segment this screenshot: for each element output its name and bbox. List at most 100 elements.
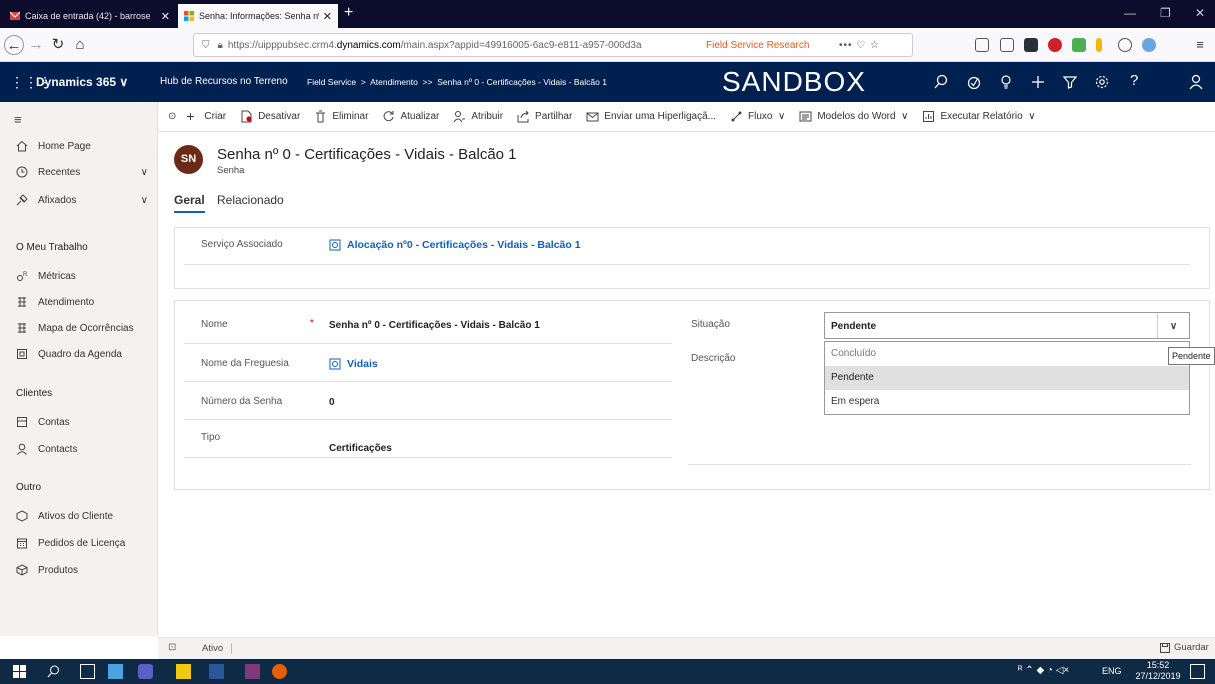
sidebar-item-home[interactable]: Home Page: [16, 140, 156, 152]
browser-tab-senha[interactable]: Senha: Informações: Senha nº ✕: [178, 4, 338, 28]
plus-icon[interactable]: [1030, 74, 1046, 90]
breadcrumb-item[interactable]: Atendimento: [370, 77, 418, 87]
freguesia-value: Vidais: [347, 358, 378, 370]
enviar-hiperligacao-button[interactable]: Enviar uma Hiperligaçã...: [586, 110, 716, 123]
extension-icon-3[interactable]: [1096, 38, 1102, 52]
hamburger-icon[interactable]: ≡: [14, 112, 22, 127]
user-icon[interactable]: [1188, 74, 1204, 90]
back-icon[interactable]: ←: [4, 35, 24, 55]
partilhar-button[interactable]: Partilhar: [517, 110, 572, 123]
tab-geral[interactable]: Geral: [174, 193, 205, 213]
open-window-icon[interactable]: ⊡: [168, 642, 176, 653]
tray-icons[interactable]: ᴿ ⌃ ◆ ◔ ◁×: [1018, 665, 1069, 676]
sidebar-toggle-icon[interactable]: [1000, 38, 1014, 52]
modelos-word-button[interactable]: Modelos do Word ∨: [799, 110, 908, 123]
sidebar-item-afixados[interactable]: Afixados ∨: [16, 194, 156, 206]
report-icon: [923, 111, 935, 122]
process-icon[interactable]: ⊙: [168, 111, 176, 122]
tab-relacionado[interactable]: Relacionado: [217, 193, 284, 207]
teams-icon[interactable]: [138, 664, 153, 679]
freguesia-lookup-link[interactable]: Vidais: [329, 358, 378, 370]
sidebar-item-pedidos-licenca[interactable]: Pedidos de Licença: [16, 537, 156, 549]
sidebar-item-quadro-agenda[interactable]: Quadro da Agenda: [16, 348, 156, 360]
option-pendente[interactable]: Pendente: [825, 366, 1189, 390]
new-tab-button[interactable]: +: [344, 4, 353, 22]
servico-lookup-link[interactable]: Alocação nº0 - Certificações - Vidais - …: [329, 239, 581, 251]
tipo-value[interactable]: Certificações: [329, 443, 392, 454]
field-service-research-link[interactable]: Field Service Research: [706, 40, 809, 51]
restore-icon[interactable]: ❐: [1160, 6, 1171, 20]
numero-value[interactable]: 0: [329, 397, 335, 408]
nome-value[interactable]: Senha nº 0 - Certificações - Vidais - Ba…: [329, 320, 540, 331]
breadcrumb-item[interactable]: Field Service: [307, 77, 356, 87]
power-bi-icon[interactable]: [176, 664, 191, 679]
hub-name[interactable]: Hub de Recursos no Terreno: [160, 76, 288, 87]
app-name[interactable]: Dynamics 365 ∨: [36, 75, 128, 89]
firefox-icon[interactable]: [272, 664, 287, 679]
executar-relatorio-button[interactable]: Executar Relatório ∨: [922, 110, 1036, 123]
sidebar-item-label: Mapa de Ocorrências: [38, 322, 134, 334]
help-icon[interactable]: ?: [1130, 72, 1138, 89]
chevron-down-icon[interactable]: ∨: [1157, 313, 1189, 338]
section-servico: [174, 227, 1210, 289]
minimize-icon[interactable]: —: [1124, 6, 1136, 20]
home-icon[interactable]: ⌂: [70, 35, 90, 55]
extension-icon-2[interactable]: [1072, 38, 1086, 52]
reload-icon[interactable]: ↻: [48, 35, 68, 55]
language-indicator[interactable]: ENG: [1102, 666, 1122, 676]
lightbulb-icon[interactable]: [998, 74, 1014, 90]
page-actions-icon[interactable]: ••• ♡ ☆: [839, 40, 880, 51]
sidebar-item-atendimento[interactable]: Atendimento: [16, 296, 156, 308]
file-explorer-icon[interactable]: [108, 664, 123, 679]
option-concluido[interactable]: Concluído: [825, 342, 1189, 366]
sidebar-item-ativos-cliente[interactable]: Ativos do Cliente: [16, 510, 156, 522]
schedule-board-icon: [17, 349, 27, 359]
menu-icon[interactable]: ≡: [1190, 35, 1210, 55]
globe-icon[interactable]: [1142, 38, 1156, 52]
adblock-icon[interactable]: [1048, 38, 1062, 52]
criar-button[interactable]: + Criar: [186, 109, 226, 123]
chevron-down-icon[interactable]: ∨: [141, 195, 148, 206]
chevron-down-icon: ∨: [1028, 111, 1036, 122]
address-bar[interactable]: ⛉ 🔒︎ https://uipppubsec.crm4. dynamics.co…: [193, 33, 913, 57]
onenote-icon[interactable]: [245, 664, 260, 679]
app-header: ⋮⋮⋮ Dynamics 365 ∨ Hub de Recursos no Te…: [0, 62, 1215, 102]
task-view-icon[interactable]: [80, 664, 95, 679]
sidebar: ≡ Home Page Recentes ∨ Afixados ∨ O Meu …: [0, 102, 158, 636]
fluxo-button[interactable]: Fluxo ∨: [730, 110, 785, 123]
desativar-button[interactable]: Desativar: [240, 110, 300, 123]
account-icon: [17, 417, 27, 427]
sidebar-item-mapa-ocorrencias[interactable]: Mapa de Ocorrências: [16, 322, 156, 334]
extension-icon[interactable]: [1024, 38, 1038, 52]
library-icon[interactable]: [975, 38, 989, 52]
sidebar-item-produtos[interactable]: Produtos: [16, 564, 156, 576]
home-icon: [16, 140, 28, 152]
word-icon[interactable]: [209, 664, 224, 679]
atualizar-button[interactable]: Atualizar: [382, 110, 439, 123]
close-tab-icon[interactable]: ✕: [323, 10, 332, 23]
save-button[interactable]: Guardar: [1160, 642, 1209, 653]
sidebar-item-contacts[interactable]: Contacts: [16, 443, 156, 455]
sidebar-group-title: Outro: [16, 482, 42, 493]
sidebar-item-recentes[interactable]: Recentes ∨: [16, 166, 156, 178]
notifications-icon[interactable]: [1190, 664, 1205, 679]
windows-start-icon[interactable]: [12, 664, 27, 679]
eliminar-button[interactable]: Eliminar: [314, 110, 368, 123]
clock[interactable]: 15:52 27/12/2019: [1135, 660, 1181, 682]
chevron-down-icon[interactable]: ∨: [141, 167, 148, 178]
atribuir-button[interactable]: Atribuir: [453, 110, 503, 123]
gear-icon[interactable]: [1094, 74, 1110, 90]
task-flow-icon[interactable]: [966, 74, 982, 90]
search-icon[interactable]: [46, 664, 61, 679]
account-icon[interactable]: [1118, 38, 1132, 52]
forward-icon[interactable]: →: [26, 35, 46, 55]
sidebar-item-metricas[interactable]: R Métricas: [16, 270, 156, 282]
filter-icon[interactable]: [1062, 74, 1078, 90]
close-tab-icon[interactable]: ✕: [161, 10, 170, 23]
sidebar-item-contas[interactable]: Contas: [16, 416, 156, 428]
search-icon[interactable]: [933, 74, 949, 90]
situacao-select[interactable]: Pendente ∨: [824, 312, 1190, 339]
window-close-icon[interactable]: ✕: [1195, 6, 1205, 20]
option-em-espera[interactable]: Em espera: [825, 390, 1189, 414]
browser-tab-inbox[interactable]: Caixa de entrada (42) - barrose ✕: [4, 4, 176, 28]
